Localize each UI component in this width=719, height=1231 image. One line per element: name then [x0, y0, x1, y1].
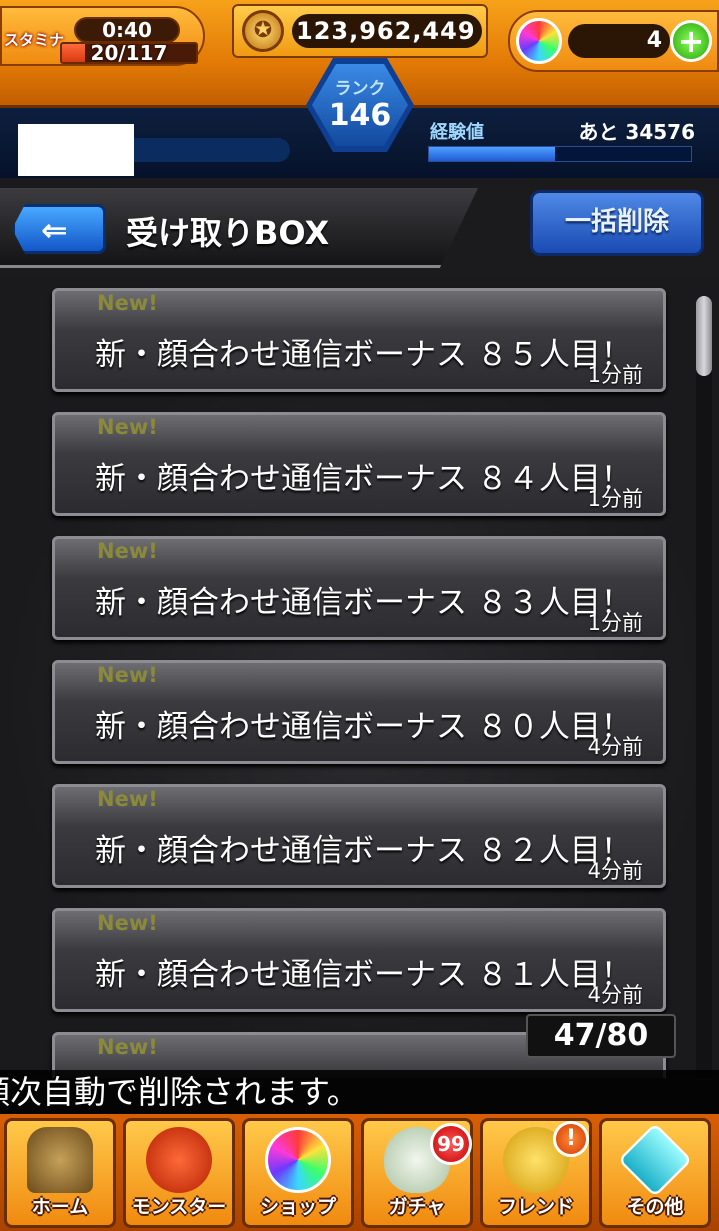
item-time: 1分前 — [587, 611, 643, 635]
item-time: 1分前 — [587, 487, 643, 511]
stamina-panel: スタミナ 0:40 20/117 — [0, 6, 205, 66]
home-icon — [27, 1127, 93, 1193]
nav-gacha[interactable]: 99 ガチャ — [361, 1118, 473, 1228]
exp-remaining: あと 34576 — [578, 120, 695, 144]
rank-value: 146 — [328, 98, 392, 133]
list-item[interactable]: New! 新・顔合わせ通信ボーナス ８５人目！ 1分前 — [52, 288, 666, 392]
notice-text: 順次自動で削除されます。 — [0, 1073, 359, 1111]
nav-gacha-label: ガチャ — [388, 1196, 446, 1218]
nav-shop-label: ショップ — [259, 1196, 336, 1218]
stamina-bar: 20/117 — [60, 42, 198, 64]
item-counter: 47/80 — [526, 1014, 676, 1058]
new-badge: New! — [97, 787, 158, 811]
back-arrow-icon: ⇐ — [41, 211, 68, 249]
nav-other-label: その他 — [626, 1196, 684, 1218]
back-button[interactable]: ⇐ — [12, 204, 106, 254]
list-item[interactable]: New! 新・顔合わせ通信ボーナス ８１人目！ 4分前 — [52, 908, 666, 1012]
item-title: 新・顔合わせ通信ボーナス ８２人目！ — [95, 833, 632, 869]
item-time: 4分前 — [587, 983, 643, 1007]
item-title: 新・顔合わせ通信ボーナス ８０人目！ — [95, 709, 632, 745]
orb-icon — [516, 18, 562, 64]
exp-label: 経験値 — [430, 122, 484, 143]
list-item[interactable]: New! 新・顔合わせ通信ボーナス ８４人目！ 1分前 — [52, 412, 666, 516]
nav-monster[interactable]: モンスター — [123, 1118, 235, 1228]
orb-count: 4 — [646, 28, 662, 53]
nav-home[interactable]: ホーム — [4, 1118, 116, 1228]
new-badge: New! — [97, 539, 158, 563]
item-title: 新・顔合わせ通信ボーナス ８１人目！ — [95, 957, 632, 993]
new-badge: New! — [97, 1035, 158, 1059]
item-time: 1分前 — [587, 363, 643, 387]
exp-bar — [428, 146, 692, 162]
item-title: 新・顔合わせ通信ボーナス ８５人目！ — [95, 337, 632, 373]
new-badge: New! — [97, 291, 158, 315]
nav-home-label: ホーム — [31, 1196, 89, 1218]
add-orb-button[interactable]: + — [670, 20, 712, 62]
orb-panel: 4 + — [508, 10, 719, 72]
bottom-nav: ホーム モンスター ショップ 99 ガチャ ! フレンド その他 — [0, 1114, 719, 1231]
player-name-bar — [134, 138, 290, 162]
item-time: 4分前 — [587, 859, 643, 883]
nav-other[interactable]: その他 — [599, 1118, 711, 1228]
new-badge: New! — [97, 663, 158, 687]
nav-shop[interactable]: ショップ — [242, 1118, 354, 1228]
nav-monster-label: モンスター — [131, 1196, 227, 1218]
friend-alert-badge: ! — [553, 1121, 589, 1157]
list-item[interactable]: New! 新・顔合わせ通信ボーナス ８０人目！ 4分前 — [52, 660, 666, 764]
coin-panel: ✪ 123,962,449 — [232, 4, 488, 58]
scroll-thumb[interactable] — [696, 296, 712, 376]
gacha-count-badge: 99 — [430, 1123, 472, 1165]
stamina-icon: スタミナ — [4, 31, 65, 49]
coin-icon: ✪ — [242, 10, 284, 52]
monster-icon — [146, 1127, 212, 1193]
exp-bar-fill — [429, 147, 555, 161]
other-icon — [617, 1122, 693, 1198]
new-badge: New! — [97, 911, 158, 935]
item-time: 4分前 — [587, 735, 643, 759]
nav-friend[interactable]: ! フレンド — [480, 1118, 592, 1228]
bulk-delete-button[interactable]: 一括削除 — [530, 190, 704, 256]
list-item[interactable]: New! 新・顔合わせ通信ボーナス ８３人目！ 1分前 — [52, 536, 666, 640]
shop-orb-icon — [265, 1127, 331, 1193]
stamina-timer: 0:40 — [74, 17, 180, 43]
page-header: ⇐ 受け取りBOX 一括削除 — [0, 186, 719, 276]
rank-badge-inner: ランク 146 — [312, 64, 408, 146]
item-title: 新・顔合わせ通信ボーナス ８３人目！ — [95, 585, 632, 621]
player-name-plate — [18, 124, 134, 176]
coin-count: 123,962,449 — [292, 14, 482, 48]
list-item[interactable]: New! 新・顔合わせ通信ボーナス ８２人目！ 4分前 — [52, 784, 666, 888]
nav-friend-label: フレンド — [497, 1196, 574, 1218]
item-title: 新・顔合わせ通信ボーナス ８４人目！ — [95, 461, 632, 497]
stamina-value: 20/117 — [90, 42, 168, 64]
scrollbar[interactable] — [696, 296, 712, 1078]
new-badge: New! — [97, 415, 158, 439]
page-title: 受け取りBOX — [126, 214, 330, 252]
rank-label: ランク — [334, 79, 386, 99]
inbox-list[interactable]: New! 新・顔合わせ通信ボーナス ８５人目！ 1分前 New! 新・顔合わせ通… — [0, 278, 719, 1078]
orb-count-box: 4 — [568, 24, 670, 58]
notice-ticker: 順次自動で削除されます。 — [0, 1070, 719, 1114]
